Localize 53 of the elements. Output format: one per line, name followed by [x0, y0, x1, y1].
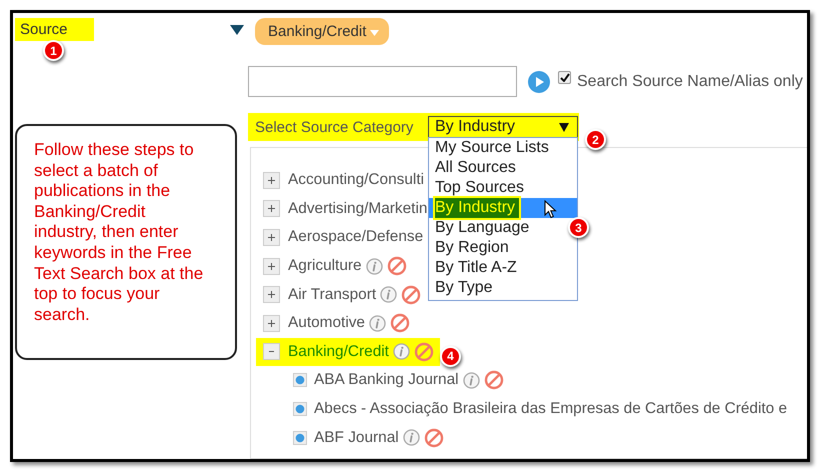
block-icon[interactable]	[424, 428, 444, 448]
dropdown-option[interactable]: All Sources	[429, 158, 577, 178]
source-heading[interactable]: Source	[15, 18, 94, 41]
selected-filter-tag[interactable]: Banking/Credit	[255, 18, 390, 45]
expand-icon[interactable]	[263, 314, 280, 332]
step-badge: 1	[43, 40, 64, 61]
source-item[interactable]: ABA Banking Journal	[314, 371, 459, 390]
step-badge: 4	[440, 346, 461, 367]
step-badge: 3	[568, 217, 589, 238]
dropdown-option[interactable]: My Source Lists	[429, 138, 577, 158]
source-item[interactable]: Abecs - Associação Brasileira das Empresas de Cartões de Crédito e	[314, 400, 788, 418]
tree-item[interactable]: Aerospace/Defense	[288, 228, 424, 246]
mouse-cursor-icon	[544, 200, 557, 219]
block-icon[interactable]	[414, 342, 434, 362]
block-icon[interactable]	[390, 313, 410, 334]
tree-item[interactable]: Advertising/Marketin	[288, 200, 428, 218]
search-field[interactable]	[248, 66, 517, 97]
info-icon[interactable]	[392, 343, 410, 360]
play-icon[interactable]	[528, 70, 550, 92]
tree-item[interactable]: Accounting/Consulti	[288, 171, 424, 190]
checkbox[interactable]	[558, 71, 571, 84]
expand-icon[interactable]	[263, 286, 280, 304]
category-label: Select Source Category	[255, 118, 414, 136]
expand-icon[interactable]	[263, 200, 280, 218]
source-icon	[293, 373, 307, 388]
tree-item[interactable]: Air Transport	[288, 286, 376, 304]
info-icon[interactable]	[366, 258, 383, 275]
block-icon[interactable]	[484, 370, 504, 390]
info-icon[interactable]	[462, 372, 480, 389]
step-badge: 2	[585, 129, 606, 150]
instructions-callout: Follow these steps to select a batch of publications in the Banking/Credit industry, then enter keywords in the Free Text Search box at the top to focus your search.	[15, 124, 237, 360]
expand-icon[interactable]	[263, 258, 280, 275]
dropdown-option[interactable]: Top Sources	[429, 178, 577, 198]
dropdown-option[interactable]: By Industry	[429, 198, 577, 218]
tree-item[interactable]: Agriculture	[288, 257, 362, 276]
collapse-arrow-icon[interactable]	[230, 24, 244, 36]
info-icon[interactable]	[380, 286, 398, 304]
collapse-icon[interactable]	[263, 343, 280, 360]
block-icon[interactable]	[401, 284, 422, 305]
tree-item[interactable]: Automotive	[288, 314, 365, 332]
block-icon[interactable]	[386, 256, 407, 276]
dropdown-option[interactable]: By Region	[429, 238, 577, 258]
caret-icon[interactable]	[559, 122, 569, 132]
source-icon	[293, 430, 307, 445]
dropdown-option[interactable]: By Title A-Z	[429, 258, 577, 278]
expand-icon[interactable]	[263, 172, 280, 189]
info-icon[interactable]	[369, 314, 386, 332]
dropdown-option[interactable]: By Type	[429, 278, 577, 298]
expand-icon[interactable]	[263, 228, 280, 246]
checkbox-label: Search Source Name/Alias only	[577, 72, 803, 90]
info-icon[interactable]	[402, 429, 420, 446]
source-item[interactable]: ABF Journal	[314, 428, 399, 447]
source-icon	[293, 402, 307, 416]
